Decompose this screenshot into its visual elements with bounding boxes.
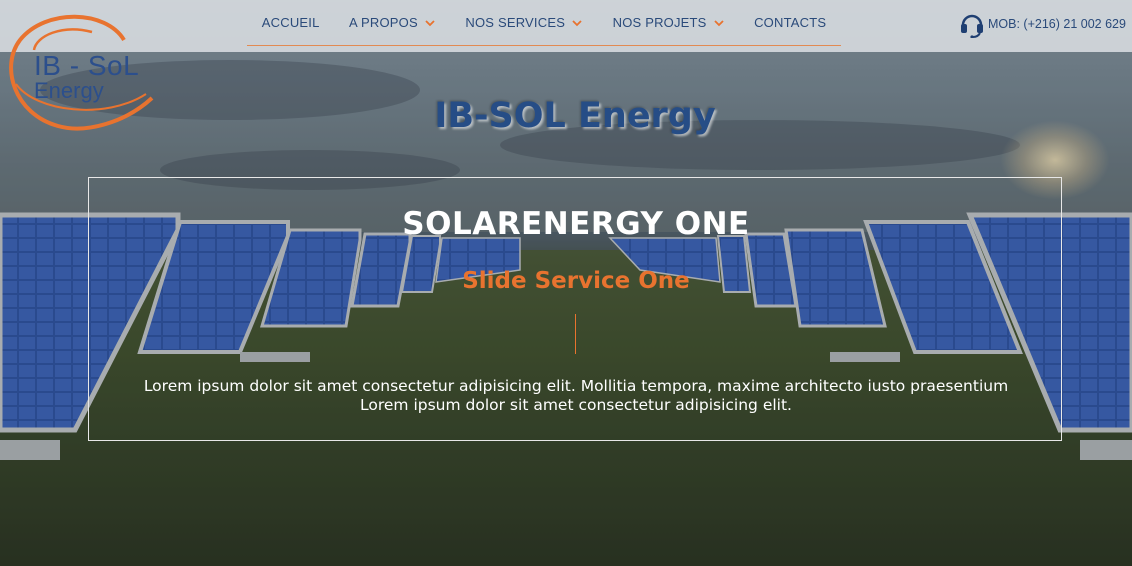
nav-item-label: NOS SERVICES: [465, 15, 566, 30]
nav-item-label: NOS PROJETS: [612, 15, 707, 30]
slide-divider: [575, 314, 576, 354]
nav-item-contacts[interactable]: CONTACTS: [754, 15, 826, 30]
hero-slide-box: SOLARENERGY ONE Slide Service One Lorem …: [88, 177, 1062, 441]
nav-item-nos-services[interactable]: NOS SERVICES: [465, 15, 583, 30]
phone-contact[interactable]: MOB: (+216) 21 002 629: [958, 10, 1126, 38]
nav-item-label: ACCUEIL: [261, 15, 320, 30]
chevron-down-icon: [713, 19, 724, 26]
nav-item-label: CONTACTS: [754, 15, 827, 30]
phone-number: MOB: (+216) 21 002 629: [988, 17, 1126, 31]
headset-icon: [961, 14, 983, 38]
page: ACCUEIL A PROPOS NOS SERVICES NOS PROJET…: [0, 0, 1132, 566]
slide-description: Lorem ipsum dolor sit amet consectetur a…: [89, 377, 1063, 415]
slide-subtitle: Slide Service One: [462, 268, 690, 294]
nav-item-a-propos[interactable]: A PROPOS: [349, 15, 436, 30]
slide-title: SOLARENERGY ONE: [402, 206, 750, 242]
nav-item-label: A PROPOS: [349, 15, 418, 30]
slide-description-line: Lorem ipsum dolor sit amet consectetur a…: [143, 377, 1009, 395]
main-navigation: ACCUEIL A PROPOS NOS SERVICES NOS PROJET…: [247, 0, 841, 46]
chevron-down-icon: [572, 19, 582, 26]
slide-description-line: Lorem ipsum dolor sit amet consectetur a…: [360, 396, 792, 414]
nav-item-accueil[interactable]: ACCUEIL: [262, 15, 320, 30]
site-title: IB-SOL Energy: [434, 96, 716, 136]
nav-item-nos-projets[interactable]: NOS PROJETS: [613, 15, 725, 30]
chevron-down-icon: [425, 19, 435, 26]
